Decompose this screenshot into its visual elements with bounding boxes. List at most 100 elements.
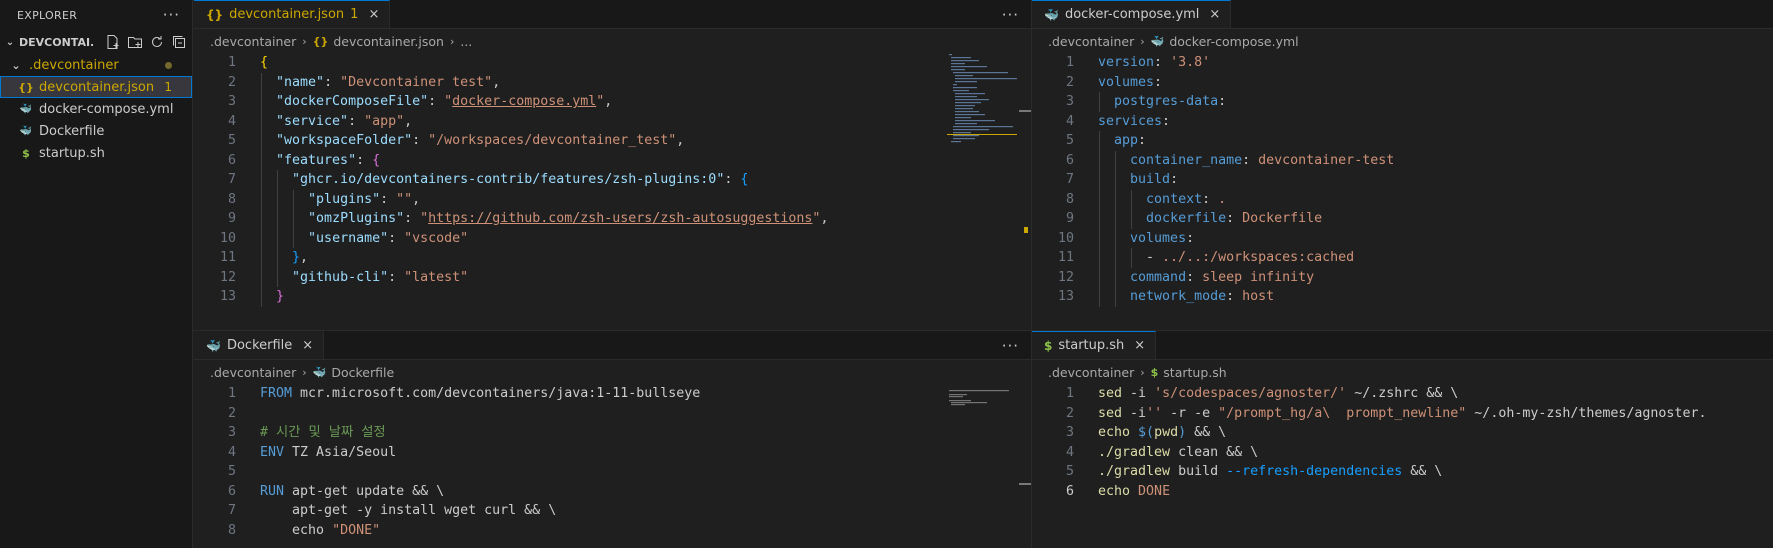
code-token: && \ (1402, 464, 1443, 479)
code-token: "features" (276, 152, 357, 168)
code-editor[interactable]: 1 sed -i 's/codespaces/agnoster/' ~/.zshr… (1032, 384, 1773, 501)
code-line: 9 dockerfile: Dockerfile (1032, 209, 1773, 229)
code-token: "workspaceFolder" (276, 133, 413, 148)
tab-startup-sh[interactable]: $ startup.sh × (1032, 331, 1157, 359)
tab-docker-compose[interactable]: 🐳 docker-compose.yml × (1032, 0, 1232, 28)
more-actions-icon[interactable]: ··· (1002, 337, 1019, 355)
file-tree-item[interactable]: 🐳 docker-compose.yml (0, 98, 192, 120)
breadcrumb-folder[interactable]: .devcontainer (210, 365, 296, 380)
code-token: , (412, 191, 421, 207)
code-text: ./gradlew clean && \ (1074, 443, 1258, 463)
code-token: "" (396, 191, 413, 207)
breadcrumb-file[interactable]: devcontainer.json (333, 34, 444, 49)
code-token: , (492, 74, 501, 90)
scrollbar-thumb[interactable] (1019, 110, 1031, 112)
code-token: sleep infinity (1202, 269, 1315, 285)
code-editor[interactable]: 1{2 "name": "Devcontainer test", 3 "docke… (194, 53, 1031, 307)
code-token: 's/codespaces/agnoster/' (1154, 386, 1347, 401)
code-token: app (1114, 133, 1139, 148)
code-token: : (724, 172, 741, 187)
code-editor[interactable]: 1 version: '3.8' 2 volumes: 3 postgres-data:… (1032, 53, 1773, 307)
line-number: 10 (219, 230, 236, 246)
line-number: 11 (1057, 250, 1074, 265)
code-token: : (348, 113, 365, 129)
code-line: 13 } (194, 287, 1031, 307)
line-number: 7 (1065, 172, 1074, 187)
close-icon[interactable]: × (1209, 7, 1220, 22)
code-token: { (740, 172, 749, 187)
more-actions-icon[interactable]: ··· (1002, 6, 1019, 24)
code-line: 3 echo $(pwd) && \ (1032, 423, 1773, 443)
file-tree-item[interactable]: {} devcontainer.json 1 (0, 76, 192, 98)
code-token: dockerfile (1146, 211, 1227, 226)
file-tree-item[interactable]: 🐳 Dockerfile (0, 120, 192, 142)
code-token: && \ (1186, 425, 1227, 440)
line-number: 6 (1065, 483, 1074, 499)
close-icon[interactable]: × (1134, 338, 1145, 353)
breadcrumb-file[interactable]: Dockerfile (331, 365, 394, 380)
vertical-splitter[interactable] (1031, 0, 1032, 548)
code-text: dockerfile: Dockerfile (1074, 209, 1322, 229)
code-token: "name" (276, 74, 325, 90)
code-token: build (1130, 172, 1171, 187)
code-token: host (1242, 289, 1275, 304)
file-tree-item-label: Dockerfile (39, 123, 105, 139)
tab-devcontainer-json[interactable]: {} devcontainer.json 1 × (194, 0, 391, 28)
code-token: "github-cli" (292, 269, 389, 285)
code-line: 11 - ../..:/workspaces:cached (1032, 248, 1773, 268)
tab-problem-count: 1 (350, 7, 359, 22)
json-icon: {} (18, 80, 34, 94)
code-line: 6 container_name: devcontainer-test (1032, 151, 1773, 171)
breadcrumb-folder[interactable]: .devcontainer (1048, 365, 1134, 380)
indent-guide (1131, 248, 1132, 268)
code-line: 6 RUN apt-get update && \ (194, 482, 1031, 502)
chevron-down-icon[interactable]: ⌄ (3, 37, 17, 48)
refresh-icon[interactable] (149, 34, 165, 50)
breadcrumb-file[interactable]: startup.sh (1163, 365, 1226, 380)
code-line: 1 FROM mcr.microsoft.com/devcontainers/ja… (194, 384, 1031, 404)
file-tree: ⌄ .devcontainer {} devcontainer.json 1 🐳 docke… (0, 54, 192, 164)
code-token: echo (1098, 483, 1131, 499)
breadcrumb: .devcontainer › 🐳 Dockerfile (194, 360, 1031, 384)
code-token: " (444, 94, 453, 109)
breadcrumb-folder[interactable]: .devcontainer (210, 34, 296, 49)
code-line: 4 "service": "app", (194, 112, 1031, 132)
collapse-all-icon[interactable] (171, 34, 187, 50)
code-token: { (260, 55, 269, 70)
close-icon[interactable]: × (368, 7, 379, 22)
scrollbar-thumb[interactable] (1019, 483, 1031, 485)
problem-badge: 1 (164, 80, 172, 94)
new-folder-icon[interactable] (127, 34, 143, 50)
breadcrumb-symbol[interactable]: ... (460, 34, 472, 49)
breadcrumb-folder[interactable]: .devcontainer (1048, 34, 1134, 49)
new-file-icon[interactable] (105, 34, 121, 50)
code-token: https://github.com/zsh-users/zsh-autosug… (428, 211, 813, 226)
breadcrumb-file[interactable]: docker-compose.yml (1169, 34, 1298, 49)
code-token: : (1170, 172, 1179, 187)
workspace-folder[interactable]: ⌄ DEVCONTAI... (0, 30, 192, 54)
file-tree-item[interactable]: ⌄ .devcontainer (0, 54, 192, 76)
tab-dockerfile[interactable]: 🐳 Dockerfile × (194, 331, 325, 359)
code-line: 4 ENV TZ Asia/Seoul (194, 443, 1031, 463)
modified-dot-icon (165, 61, 172, 69)
code-line: 5 app: (1032, 131, 1773, 151)
minimap[interactable] (947, 389, 1017, 409)
code-line: 5 "workspaceFolder": "/workspaces/devcon… (194, 131, 1031, 151)
close-icon[interactable]: × (302, 338, 313, 353)
horizontal-splitter[interactable] (193, 330, 1773, 331)
code-text: "github-cli": "latest" (236, 268, 468, 288)
code-editor[interactable]: 1 FROM mcr.microsoft.com/devcontainers/ja… (194, 384, 1031, 540)
code-token: : (404, 211, 421, 226)
code-token: { (372, 152, 381, 168)
code-token: '3.8' (1170, 55, 1211, 70)
minimap[interactable] (947, 52, 1017, 152)
line-number: 8 (1065, 191, 1074, 207)
code-token: "/workspaces/devcontainer_test" (428, 133, 677, 148)
code-token: : (388, 269, 405, 285)
explorer-more-icon[interactable]: ··· (163, 6, 180, 24)
code-token: -i (1122, 386, 1155, 401)
file-tree-item[interactable]: $ startup.sh (0, 142, 192, 164)
code-token: : (1226, 211, 1243, 226)
